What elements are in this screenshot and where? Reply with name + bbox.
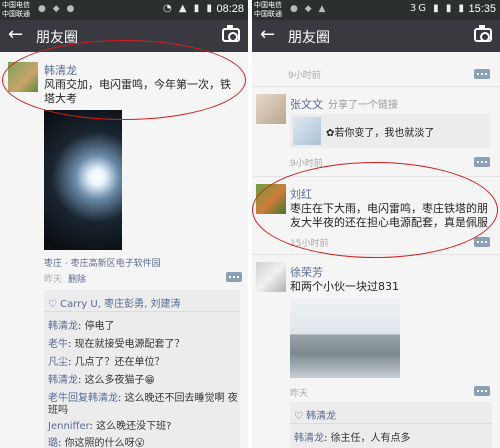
- comment-author[interactable]: 璐: [48, 438, 58, 448]
- notification-icons: ● ◆ ●: [38, 4, 77, 14]
- comment-author[interactable]: 老牛: [48, 339, 68, 350]
- link-thumbnail: [293, 117, 321, 145]
- comment-text: 这么多夜猫子😁: [84, 375, 155, 386]
- divider: [44, 311, 240, 312]
- post-text: 和两个小伙一块过831: [290, 280, 399, 293]
- comment-icon[interactable]: [226, 272, 242, 282]
- heart-icon: ♡: [48, 299, 61, 310]
- comment-text: 这么晚还没下班?: [96, 421, 172, 432]
- highlight-oval: [2, 40, 246, 120]
- comment-text: 你这照的什么呀😮: [64, 438, 145, 448]
- comment-icon[interactable]: [474, 386, 490, 396]
- back-arrow-icon[interactable]: ←: [260, 24, 275, 45]
- signal-icons: ◔ ▲ ▮ ▮: [163, 3, 214, 14]
- heart-icon: ♡: [294, 411, 307, 422]
- delete-link[interactable]: 删除: [68, 272, 86, 285]
- post-time: 9小时前: [288, 71, 321, 81]
- comment-author[interactable]: 韩清龙: [48, 321, 78, 332]
- post-time: 昨天: [290, 389, 309, 399]
- avatar[interactable]: [256, 262, 286, 292]
- back-arrow-icon[interactable]: ←: [8, 24, 23, 45]
- comment-icon[interactable]: [474, 237, 490, 247]
- comment[interactable]: 韩清龙: 徐主任，人有点多: [294, 429, 411, 444]
- page-title: 朋友圈: [288, 30, 330, 46]
- post-photo[interactable]: [44, 110, 122, 250]
- carrier-1: 中国电信: [2, 1, 30, 9]
- post-author[interactable]: 张文文: [290, 96, 323, 112]
- carrier-2: 中国联通: [254, 10, 282, 18]
- share-action: 分享了一个链接: [328, 100, 398, 111]
- carrier-1: 中国电信: [254, 1, 282, 9]
- comment[interactable]: 老牛: 现在就接受电源配套了？: [48, 335, 185, 350]
- post-time: 昨天: [44, 275, 63, 285]
- comment-text: 班吗: [48, 405, 68, 416]
- carrier-label: 中国电信 中国联通: [254, 1, 282, 19]
- comment[interactable]: Jenniffer: 这么晚还没下班?: [48, 417, 171, 432]
- likes-names[interactable]: Carry U, 枣庄彭勇, 刘建涛: [60, 299, 180, 310]
- status-bar: 中国电信 中国联通 ● ◆ ● ◔ ▲ ▮ ▮ 08:28: [0, 0, 248, 20]
- clock: 08:28: [216, 3, 244, 15]
- signal-icons: 3G ▮ ▮ ▮: [409, 3, 466, 14]
- right-screen: 中国电信 中国联通 ● ◆ ▲ 3G ▮ ▮ ▮ 15:35 ← 朋友圈 9小时…: [252, 0, 500, 448]
- camera-icon[interactable]: [222, 25, 240, 42]
- highlight-oval: [252, 162, 498, 258]
- comment[interactable]: 璐: 你这照的什么呀😮: [48, 434, 145, 448]
- comment[interactable]: 韩清龙: 这么多夜猫子😁: [48, 371, 155, 386]
- notification-icons: ● ◆ ▲: [290, 4, 328, 14]
- comment[interactable]: 韩清龙: 停电了: [48, 317, 115, 332]
- likes-names[interactable]: 韩清龙: [306, 411, 336, 422]
- link-title: ✿若你变了，我也就淡了: [326, 128, 435, 139]
- left-screen: 中国电信 中国联通 ● ◆ ● ◔ ▲ ▮ ▮ 08:28 ← 朋友圈 韩清龙 …: [0, 0, 248, 448]
- comment-text: 这么晚还不回去睡觉啊 夜: [124, 393, 238, 404]
- comment-author[interactable]: 韩清龙: [294, 433, 324, 444]
- post-photo[interactable]: [290, 298, 400, 378]
- comment-continued: 班吗: [48, 401, 68, 416]
- comment-icon[interactable]: [474, 157, 490, 167]
- comment-text: 几点了？还在单位？: [74, 357, 165, 368]
- divider: [290, 423, 492, 424]
- carrier-2: 中国联通: [2, 10, 30, 18]
- post-author[interactable]: 徐荣芳: [290, 264, 323, 280]
- comment[interactable]: 凡尘: 几点了？还在单位？: [48, 353, 165, 368]
- comment-text: 停电了: [84, 321, 115, 332]
- location-text[interactable]: 枣庄 · 枣庄高新区电子软件园: [44, 256, 161, 269]
- camera-icon[interactable]: [474, 25, 492, 42]
- comment-icon[interactable]: [474, 69, 490, 79]
- comment[interactable]: 老牛回复韩清龙: 这么晚还不回去睡觉啊 夜: [48, 389, 238, 404]
- comment-text: 徐主任，人有点多: [330, 433, 411, 444]
- carrier-label: 中国电信 中国联通: [2, 1, 30, 19]
- title-bar: ← 朋友圈: [252, 20, 500, 52]
- comment-author[interactable]: 韩清龙: [48, 375, 78, 386]
- avatar[interactable]: [256, 94, 286, 124]
- likes-line: ♡ Carry U, 枣庄彭勇, 刘建涛: [48, 295, 180, 310]
- comment-author[interactable]: Jenniffer: [48, 421, 90, 432]
- comment-author[interactable]: 凡尘: [48, 357, 68, 368]
- status-bar: 中国电信 中国联通 ● ◆ ▲ 3G ▮ ▮ ▮ 15:35: [252, 0, 500, 20]
- clock: 15:35: [468, 3, 496, 15]
- comment-text: 现在就接受电源配套了？: [74, 339, 185, 350]
- likes-line: ♡ 韩清龙: [294, 407, 336, 422]
- divider: [252, 86, 500, 87]
